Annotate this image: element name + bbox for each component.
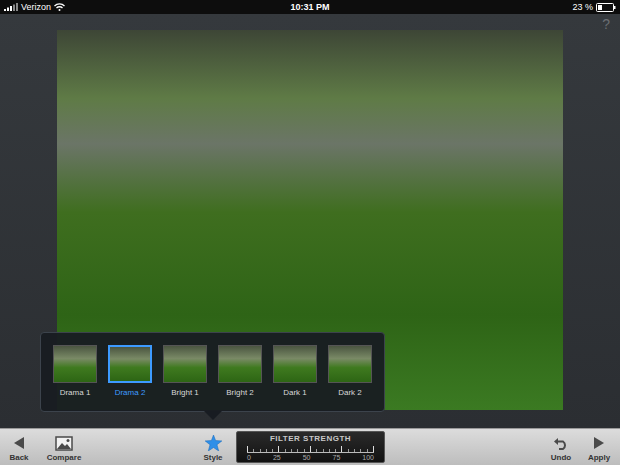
style-option[interactable]: Drama 1 — [49, 345, 101, 398]
clock: 10:31 PM — [204, 3, 416, 12]
style-popup: Drama 1 Drama 2 Bright 1 Bright 2 Dark 1 Dark… — [40, 332, 385, 412]
style-button[interactable]: Style — [196, 429, 230, 465]
style-option[interactable]: Dark 1 — [269, 345, 321, 398]
apply-icon — [593, 436, 605, 450]
apply-label: Apply — [588, 453, 610, 463]
ruler-mark — [316, 449, 317, 452]
back-button[interactable]: Back — [6, 429, 32, 465]
ruler-mark — [266, 449, 267, 452]
back-icon — [13, 436, 25, 450]
signal-icon — [4, 3, 18, 11]
style-label: Style — [203, 453, 222, 463]
ruler-mark — [323, 449, 324, 452]
ruler-mark — [348, 449, 349, 452]
tick-label: 0 — [247, 453, 251, 462]
ruler-mark — [285, 449, 286, 452]
slider-title: FILTER STRENGTH — [270, 434, 351, 444]
style-option[interactable]: Bright 2 — [214, 345, 266, 398]
app-screen: Verizon 10:31 PM 23 % ? Drama 1 Drama 2 Br… — [0, 0, 620, 465]
ruler-mark — [360, 449, 361, 452]
undo-button[interactable]: Undo — [546, 429, 576, 465]
status-bar: Verizon 10:31 PM 23 % — [0, 0, 620, 14]
ruler-mark — [253, 449, 254, 452]
ruler-mark — [329, 449, 330, 452]
battery-icon — [596, 3, 616, 12]
style-thumbnail[interactable] — [163, 345, 207, 383]
picture-icon — [55, 436, 73, 451]
ruler-mark — [260, 449, 261, 452]
slider-ruler — [247, 445, 374, 453]
compare-button[interactable]: Compare — [44, 429, 84, 465]
ruler-mark — [341, 446, 342, 452]
style-label: Dark 1 — [283, 388, 307, 398]
style-option[interactable]: Dark 2 — [324, 345, 376, 398]
style-label: Bright 1 — [171, 388, 199, 398]
battery-label: 23 % — [572, 3, 593, 12]
tick-label: 50 — [303, 453, 311, 462]
ruler-mark — [335, 449, 336, 452]
undo-icon — [553, 436, 569, 450]
tick-label: 25 — [273, 453, 281, 462]
ruler-mark — [278, 446, 279, 452]
style-thumbnail[interactable] — [53, 345, 97, 383]
undo-label: Undo — [551, 453, 571, 463]
ruler-mark — [297, 449, 298, 452]
style-thumbnail[interactable] — [328, 345, 372, 383]
ruler-mark — [247, 446, 248, 452]
help-button[interactable]: ? — [602, 17, 610, 31]
wifi-icon — [54, 3, 65, 11]
ruler-mark — [310, 446, 311, 452]
ruler-mark — [367, 449, 368, 452]
editor-area: ? Drama 1 Drama 2 Bright 1 Bright 2 Dark 1 Da… — [0, 14, 620, 428]
style-thumbnail[interactable] — [108, 345, 152, 383]
style-thumbnail[interactable] — [273, 345, 317, 383]
style-option[interactable]: Bright 1 — [159, 345, 211, 398]
style-thumbnail[interactable] — [218, 345, 262, 383]
toolbar: Back Compare Style FILTER STRENGTH 0 25 50… — [0, 428, 620, 465]
ruler-mark — [304, 449, 305, 452]
style-label: Bright 2 — [226, 388, 254, 398]
ruler-mark — [354, 449, 355, 452]
back-label: Back — [9, 453, 28, 463]
style-option[interactable]: Drama 2 — [104, 345, 156, 398]
ruler-mark — [373, 446, 374, 452]
tick-label: 100 — [362, 453, 374, 462]
star-icon — [205, 435, 222, 451]
style-label: Drama 2 — [115, 388, 146, 398]
filter-strength-slider[interactable]: FILTER STRENGTH 0 25 50 75 100 — [236, 431, 385, 463]
ruler-mark — [291, 449, 292, 452]
popup-pointer-icon — [204, 411, 222, 420]
style-label: Drama 1 — [60, 388, 91, 398]
tick-label: 75 — [333, 453, 341, 462]
apply-button[interactable]: Apply — [584, 429, 614, 465]
compare-label: Compare — [47, 453, 82, 463]
ruler-mark — [272, 449, 273, 452]
carrier-label: Verizon — [21, 3, 51, 12]
style-label: Dark 2 — [338, 388, 362, 398]
